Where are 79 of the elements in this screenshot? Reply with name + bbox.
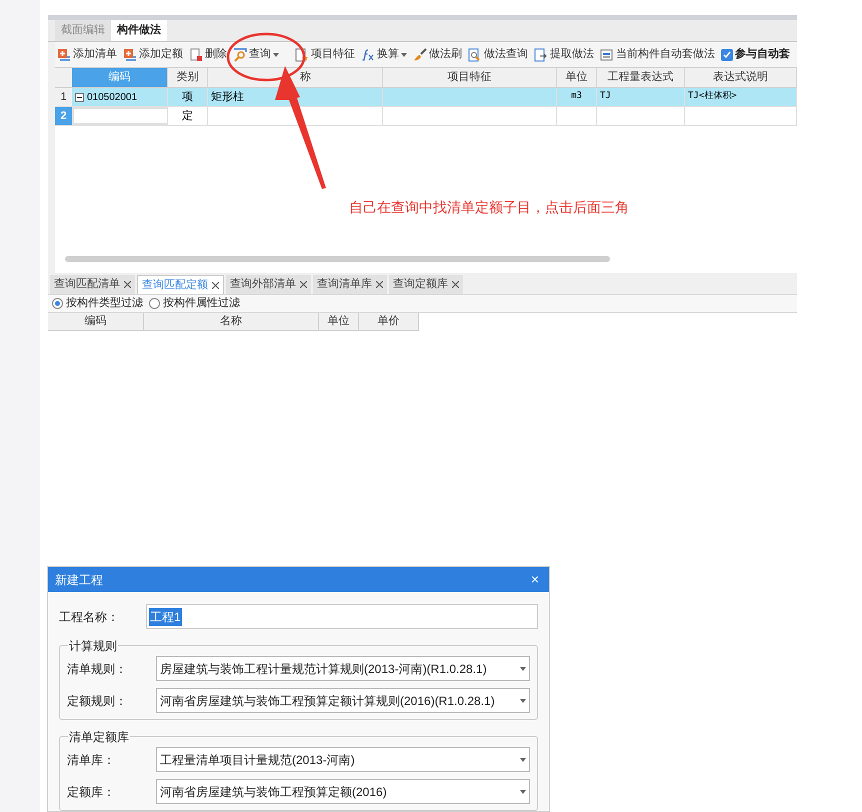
close-icon[interactable] [124, 281, 131, 288]
query-tab[interactable]: 查询匹配清单 [50, 275, 135, 294]
column-header: 编码 [72, 68, 168, 87]
query-tab[interactable]: 查询外部清单 [226, 275, 311, 294]
caret-icon [520, 698, 526, 702]
filter-radio[interactable]: 按构件属性过滤 [149, 295, 240, 312]
document-arrow-icon [534, 48, 548, 62]
close-icon[interactable] [376, 281, 383, 288]
toolbar-button[interactable]: 提取做法 [534, 46, 594, 63]
field-label: 清单库： [67, 752, 116, 768]
group-title: 计算规则 [68, 637, 118, 655]
window-icon [600, 48, 614, 62]
query-tab[interactable]: 查询清单库 [313, 275, 387, 294]
caret-icon [520, 758, 526, 762]
query-tab[interactable]: 查询定额库 [389, 275, 463, 294]
toolbar-button[interactable]: 项目特征 [295, 46, 355, 63]
minus-icon [77, 94, 82, 100]
column-header: 单位 [557, 68, 597, 87]
column-header: 单价 [359, 313, 419, 330]
query-tab[interactable]: 查询匹配定额 [137, 275, 224, 294]
row-number: 2 [55, 107, 72, 125]
tab[interactable]: 构件做法 [111, 20, 167, 41]
field-label: 定额库： [67, 784, 116, 800]
table-cell-text: TJ<柱体积> [688, 90, 737, 104]
scrollbar[interactable] [65, 256, 610, 262]
column-header: 表达式说明 [685, 68, 797, 87]
annotation-text: 自己在查询中找清单定额子目，点击后面三角 [349, 198, 629, 217]
delete-icon [189, 48, 203, 62]
toolbar-button[interactable]: 当前构件自动套做法 [600, 46, 715, 63]
table-cell-text: TJ [600, 90, 611, 104]
toolbar-button[interactable]: 添加清单 [57, 46, 117, 63]
document-search-icon [468, 48, 482, 62]
group-title: 清单定额库 [68, 728, 130, 746]
field-label: 清单规则： [67, 660, 128, 678]
search-icon [233, 48, 247, 62]
checkbox[interactable] [721, 48, 733, 60]
toolbar-button[interactable]: 换算 [361, 46, 407, 63]
field-label: 定额规则： [67, 692, 128, 710]
table-cell-text: 定 [182, 108, 193, 124]
toolbar-button[interactable]: 做法刷 [413, 46, 462, 63]
table-cell-text: 010502001 [87, 90, 138, 104]
function-icon [361, 48, 375, 62]
toolbar-button[interactable]: 做法查询 [468, 46, 528, 63]
brush-icon [413, 48, 427, 62]
column-header: 名称 [144, 313, 319, 330]
close-icon[interactable] [452, 281, 459, 288]
collapse-toggle[interactable] [75, 92, 84, 102]
row-number: 1 [55, 88, 72, 106]
radio-button[interactable] [149, 298, 160, 309]
check-icon [723, 50, 731, 58]
close-icon[interactable] [300, 281, 307, 288]
caret-icon [520, 666, 526, 670]
table-cell-text: 矩形柱 [211, 90, 244, 105]
column-header: 类别 [168, 68, 208, 87]
auto-checkbox[interactable]: 参与自动套 [721, 46, 790, 63]
dialog-title: 新建工程 [55, 572, 103, 588]
table-cell-text: m3 [571, 90, 582, 104]
add-icon [123, 48, 137, 62]
close-button[interactable]: × [528, 569, 542, 590]
column-header: 单位 [319, 313, 359, 330]
name-input[interactable]: 工程1 [146, 604, 538, 629]
column-header: 编码 [48, 313, 144, 330]
toolbar-button[interactable]: 删除 [189, 46, 227, 63]
toolbar-button[interactable]: 添加定额 [123, 46, 183, 63]
column-header: 工程量表达式 [597, 68, 685, 87]
filter-radio[interactable]: 按构件类型过滤 [52, 295, 143, 312]
dropdown-select[interactable]: 河南省房屋建筑与装饰工程预算定额计算规则(2016)(R1.0.28.1) [156, 688, 530, 713]
dropdown-select[interactable]: 工程量清单项目计量规范(2013-河南) [156, 747, 530, 772]
dropdown-select[interactable]: 房屋建筑与装饰工程计量规范计算规则(2013-河南)(R1.0.28.1) [156, 656, 530, 681]
close-icon[interactable] [212, 282, 219, 288]
caret-icon [520, 790, 526, 794]
dropdown-select[interactable]: 河南省房屋建筑与装饰工程预算定额(2016) [156, 779, 530, 804]
field-label: 工程名称： [59, 608, 120, 626]
column-header: 项目特征 [383, 68, 557, 87]
table-row[interactable]: 2 定 [55, 107, 797, 126]
table-row[interactable]: 1 010502001 项 矩形柱 m3 TJ TJ<柱体积> [55, 88, 797, 107]
toolbar-button[interactable]: 查询 [233, 46, 279, 63]
radio-button[interactable] [52, 298, 63, 309]
table-cell-text: 项 [182, 90, 193, 105]
